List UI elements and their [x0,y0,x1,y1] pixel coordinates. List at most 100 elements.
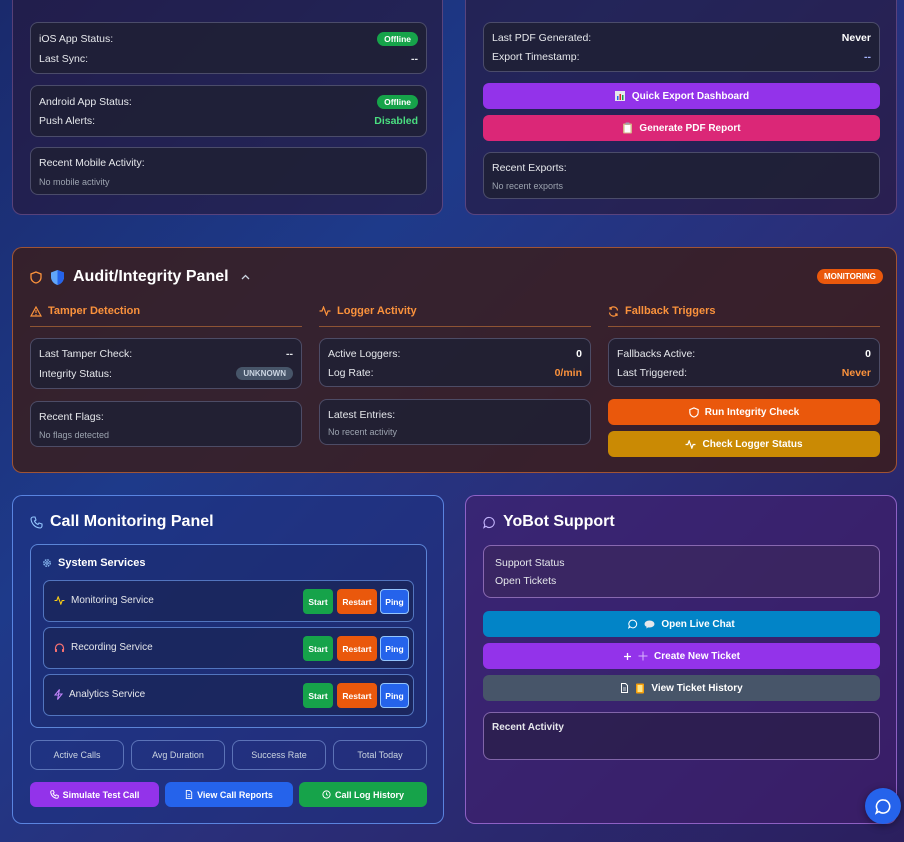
simulate-test-call-button[interactable]: Simulate Test Call [30,782,159,807]
last-tamper-label: Last Tamper Check: [39,348,133,360]
export-info-card: Last PDF Generated: Never Export Timesta… [483,22,880,72]
start-button[interactable]: Start [303,636,333,661]
logger-title: Logger Activity [337,305,417,317]
service-name: Recording Service [71,642,153,653]
service-row-analytics: Analytics Service Start Restart Ping [43,674,414,716]
check-logger-label: Check Logger Status [702,438,803,450]
activity-icon [54,596,65,605]
ping-button[interactable]: Ping [380,683,409,708]
call-monitoring-panel: Call Monitoring Panel System Services Mo… [12,495,444,824]
latest-entries-card: Latest Entries: No recent activity [319,399,591,445]
support-status-card: Support Status Open Tickets [483,545,880,598]
last-pdf-value: Never [841,32,871,44]
audit-panel: Audit/Integrity Panel MONITORING Tamper … [12,247,897,473]
recent-mobile-card: Recent Mobile Activity: No mobile activi… [30,147,427,195]
logger-status-card: Active Loggers: 0 Log Rate: 0/min [319,338,591,387]
service-row-monitoring: Monitoring Service Start Restart Ping [43,580,414,622]
document-icon [620,683,629,693]
service-name: Monitoring Service [71,595,154,606]
stat-success-rate: Success Rate [232,740,326,770]
call-log-history-button[interactable]: Call Log History [299,782,427,807]
phone-icon [30,515,43,529]
chevron-up-icon[interactable] [241,274,250,280]
fallback-title: Fallback Triggers [625,305,716,317]
recent-activity-card: Recent Activity [483,712,880,760]
ping-button[interactable]: Ping [380,589,409,614]
check-logger-button[interactable]: Check Logger Status [608,431,880,457]
tamper-title: Tamper Detection [48,305,141,317]
ledger-icon [635,683,645,694]
fallbacks-active-value: 0 [865,348,871,360]
service-name: Analytics Service [69,689,146,700]
fallback-status-card: Fallbacks Active: 0 Last Triggered: Neve… [608,338,880,387]
active-loggers-label: Active Loggers: [328,348,401,360]
restart-button[interactable]: Restart [337,683,377,708]
integrity-status-label: Integrity Status: [39,367,112,380]
clock-icon [322,790,331,799]
bar-chart-icon [614,90,626,102]
run-integrity-button[interactable]: Run Integrity Check [608,399,880,425]
sparkle-icon [638,651,648,661]
system-services-box: System Services Monitoring Service Start… [30,544,427,728]
android-status-label: Android App Status: [39,96,132,108]
integrity-status-badge: UNKNOWN [236,367,293,380]
start-button[interactable]: Start [303,683,333,708]
chat-bubble-icon [874,798,892,815]
android-status-card: Android App Status: Offline Push Alerts:… [30,85,427,137]
call-panel-title: Call Monitoring Panel [50,513,214,530]
stat-active-calls: Active Calls [30,740,124,770]
quick-export-button[interactable]: Quick Export Dashboard [483,83,880,109]
start-button[interactable]: Start [303,589,333,614]
fallbacks-active-label: Fallbacks Active: [617,348,696,360]
support-status-label: Support Status [495,557,565,569]
service-row-recording: Recording Service Start Restart Ping [43,627,414,669]
push-alerts-value: Disabled [374,115,418,127]
support-title: YoBot Support [503,513,615,530]
history-label: Call Log History [334,789,404,800]
view-call-reports-button[interactable]: View Call Reports [165,782,293,807]
shield-outline-icon [689,406,699,418]
export-timestamp-label: Export Timestamp: [492,51,580,63]
system-services-title: System Services [58,557,146,569]
shield-icon [50,269,65,286]
generate-pdf-button[interactable]: Generate PDF Report [483,115,880,141]
live-chat-label: Open Live Chat [661,618,735,630]
create-new-ticket-button[interactable]: Create New Ticket [483,643,880,669]
active-loggers-value: 0 [576,348,582,360]
audit-title: Audit/Integrity Panel [73,268,229,285]
view-ticket-history-button[interactable]: View Ticket History [483,675,880,701]
ping-button[interactable]: Ping [380,636,409,661]
recent-flags-label: Recent Flags: [39,411,104,423]
monitoring-badge: MONITORING [817,269,883,284]
open-tickets-label: Open Tickets [495,575,557,587]
chat-bubble-icon [628,619,638,629]
speech-balloon-icon [644,620,655,629]
latest-entries-label: Latest Entries: [328,409,396,421]
floating-chat-button[interactable] [865,788,901,824]
last-sync-label: Last Sync: [39,53,89,65]
push-alerts-label: Push Alerts: [39,115,96,127]
log-rate-label: Log Rate: [328,367,374,379]
recent-exports-card: Recent Exports: No recent exports [483,152,880,199]
simulate-label: Simulate Test Call [62,789,140,800]
activity-icon [319,306,331,316]
reports-label: View Call Reports [197,789,273,800]
last-pdf-label: Last PDF Generated: [492,32,592,44]
log-rate-value: 0/min [554,367,582,379]
ticket-history-label: View Ticket History [651,682,743,694]
clipboard-icon [622,122,633,134]
open-live-chat-button[interactable]: Open Live Chat [483,611,880,637]
restart-button[interactable]: Restart [337,589,377,614]
latest-entries-value: No recent activity [328,427,398,437]
android-status-badge: Offline [377,95,418,109]
last-sync-value: -- [411,53,418,65]
chat-bubble-icon [483,516,496,529]
run-integrity-label: Run Integrity Check [704,406,800,418]
recent-exports-value: No recent exports [492,181,564,191]
recent-exports-label: Recent Exports: [492,162,567,174]
restart-button[interactable]: Restart [337,636,377,661]
recent-mobile-value: No mobile activity [39,177,110,187]
quick-export-label: Quick Export Dashboard [631,90,750,102]
recent-flags-card: Recent Flags: No flags detected [30,401,302,447]
ios-status-label: iOS App Status: [39,33,114,45]
